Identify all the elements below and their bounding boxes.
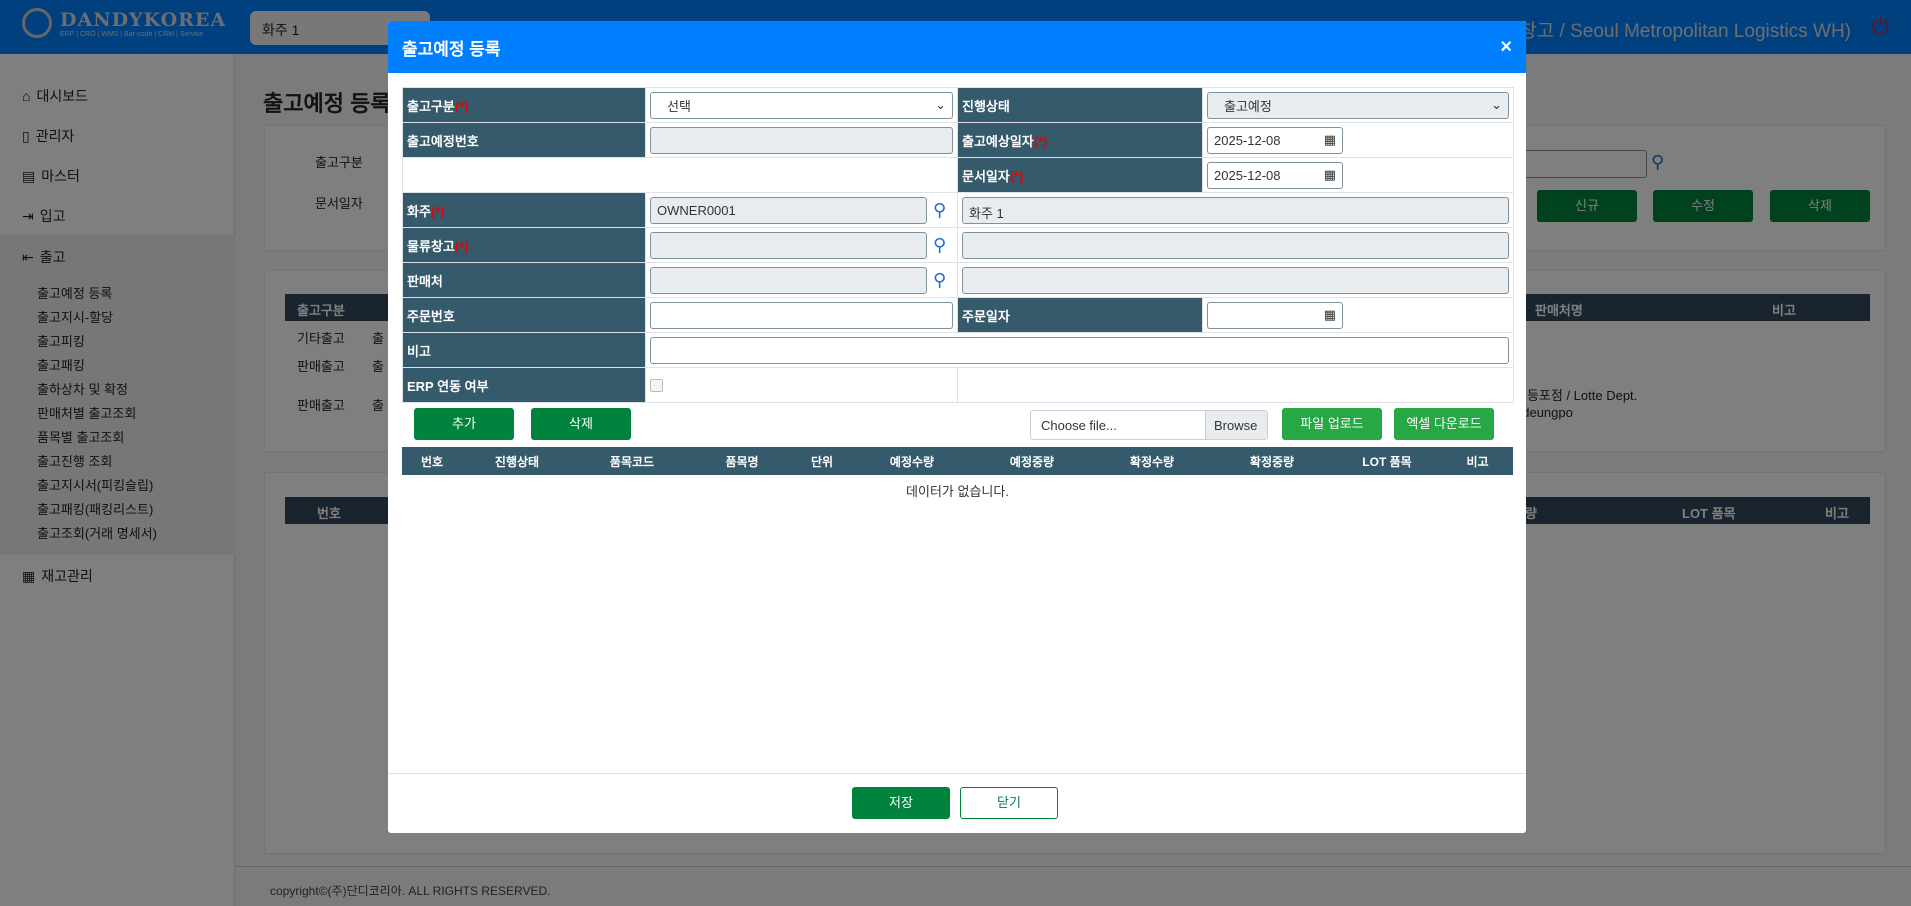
col-header: 확정중량 (1249, 454, 1295, 469)
required-mark: (*) (1033, 133, 1048, 149)
empty-cell (402, 157, 958, 193)
col-header: 확정수량 (1129, 454, 1175, 469)
col-header: LOT 품목 (1362, 454, 1412, 469)
remark-input[interactable] (650, 336, 1509, 364)
label-warehouse: 물류창고 (407, 238, 455, 254)
date-value: 2025-12-08 (1214, 167, 1281, 183)
col-header: 번호 (420, 454, 444, 469)
plan-date-input[interactable]: 2025-12-08 ▦ (1207, 126, 1343, 154)
doc-date-input[interactable]: 2025-12-08 ▦ (1207, 161, 1343, 189)
modal-title: 출고예정 등록 (402, 39, 501, 59)
outbound-plan-modal: 출고예정 등록 × 출고구분(*) 선택 ⌄ 진행상태 출고예정 ⌄ 출고예정번호 … (388, 21, 1526, 833)
add-row-button[interactable]: 추가 (414, 408, 514, 440)
modal-header: 출고예정 등록 × (388, 21, 1526, 73)
plan-no-input[interactable] (650, 126, 953, 154)
col-header: 품목명 (725, 454, 759, 469)
required-mark: (*) (430, 203, 445, 219)
order-no-input[interactable] (650, 301, 953, 329)
label-out-type: 출고구분(*) (402, 87, 646, 123)
items-table-header: 번호 진행상태 품목코드 품목명 단위 예정수량 예정중량 확정수량 확정중량 … (402, 447, 1513, 475)
modal-footer: 저장 닫기 (388, 773, 1526, 833)
file-placeholder: Choose file... (1041, 418, 1117, 433)
required-mark: (*) (1009, 168, 1024, 184)
col-header: 단위 (810, 454, 834, 469)
search-icon[interactable]: ⚲ (933, 270, 953, 291)
label-plan-date: 출고예상일자 (962, 133, 1034, 149)
required-mark: (*) (454, 238, 469, 254)
calendar-icon[interactable]: ▦ (1324, 132, 1336, 148)
search-icon[interactable]: ⚲ (933, 200, 953, 221)
out-type-select[interactable]: 선택 ⌄ (650, 91, 953, 119)
label-owner: 화주 (407, 203, 431, 219)
save-button[interactable]: 저장 (852, 787, 950, 819)
label-status: 진행상태 (962, 98, 1010, 114)
file-upload-button[interactable]: 파일 업로드 (1282, 408, 1382, 440)
erp-link-checkbox[interactable] (650, 378, 663, 392)
col-header: 진행상태 (494, 454, 540, 469)
warehouse-name-input[interactable] (962, 231, 1509, 259)
label-text: 출고구분 (407, 98, 455, 114)
owner-name-input[interactable]: 화주 1 (962, 196, 1509, 224)
col-header: 품목코드 (609, 454, 655, 469)
calendar-icon[interactable]: ▦ (1324, 307, 1336, 323)
label-order-no: 주문번호 (407, 308, 455, 324)
label-plan-no: 출고예정번호 (407, 133, 479, 149)
close-button[interactable]: 닫기 (960, 787, 1058, 819)
select-value: 출고예정 (1224, 98, 1272, 114)
col-header: 예정수량 (889, 454, 935, 469)
order-date-input[interactable]: ▦ (1207, 301, 1343, 329)
form-table: 출고구분(*) 선택 ⌄ 진행상태 출고예정 ⌄ 출고예정번호 출고예상일자(*) … (402, 87, 1514, 403)
chevron-down-icon: ⌄ (935, 97, 946, 112)
select-value: 선택 (667, 98, 691, 114)
label-remark: 비고 (407, 343, 431, 359)
empty-message: 데이터가 없습니다. (906, 484, 1009, 499)
label-doc-date: 문서일자 (962, 168, 1010, 184)
chevron-down-icon: ⌄ (1491, 97, 1502, 112)
date-value: 2025-12-08 (1214, 132, 1281, 148)
owner-code-input[interactable]: OWNER0001 (650, 196, 927, 224)
required-mark: (*) (454, 98, 469, 114)
label-seller: 판매처 (407, 273, 443, 289)
label-order-date: 주문일자 (962, 308, 1010, 324)
col-header: 비고 (1466, 454, 1489, 469)
close-icon[interactable]: × (1500, 36, 1512, 59)
excel-download-button[interactable]: 엑셀 다운로드 (1394, 408, 1494, 440)
file-input[interactable]: Choose file... Browse (1030, 410, 1268, 440)
calendar-icon[interactable]: ▦ (1324, 167, 1336, 183)
status-select[interactable]: 출고예정 ⌄ (1207, 91, 1509, 119)
seller-name-input[interactable] (962, 266, 1509, 294)
empty-cell (957, 367, 1514, 403)
delete-row-button[interactable]: 삭제 (531, 408, 631, 440)
col-header: 예정중량 (1009, 454, 1055, 469)
seller-code-input[interactable] (650, 266, 927, 294)
label-erp: ERP 연동 여부 (407, 378, 489, 394)
warehouse-code-input[interactable] (650, 231, 927, 259)
search-icon[interactable]: ⚲ (933, 235, 953, 256)
browse-button[interactable]: Browse (1205, 411, 1267, 439)
